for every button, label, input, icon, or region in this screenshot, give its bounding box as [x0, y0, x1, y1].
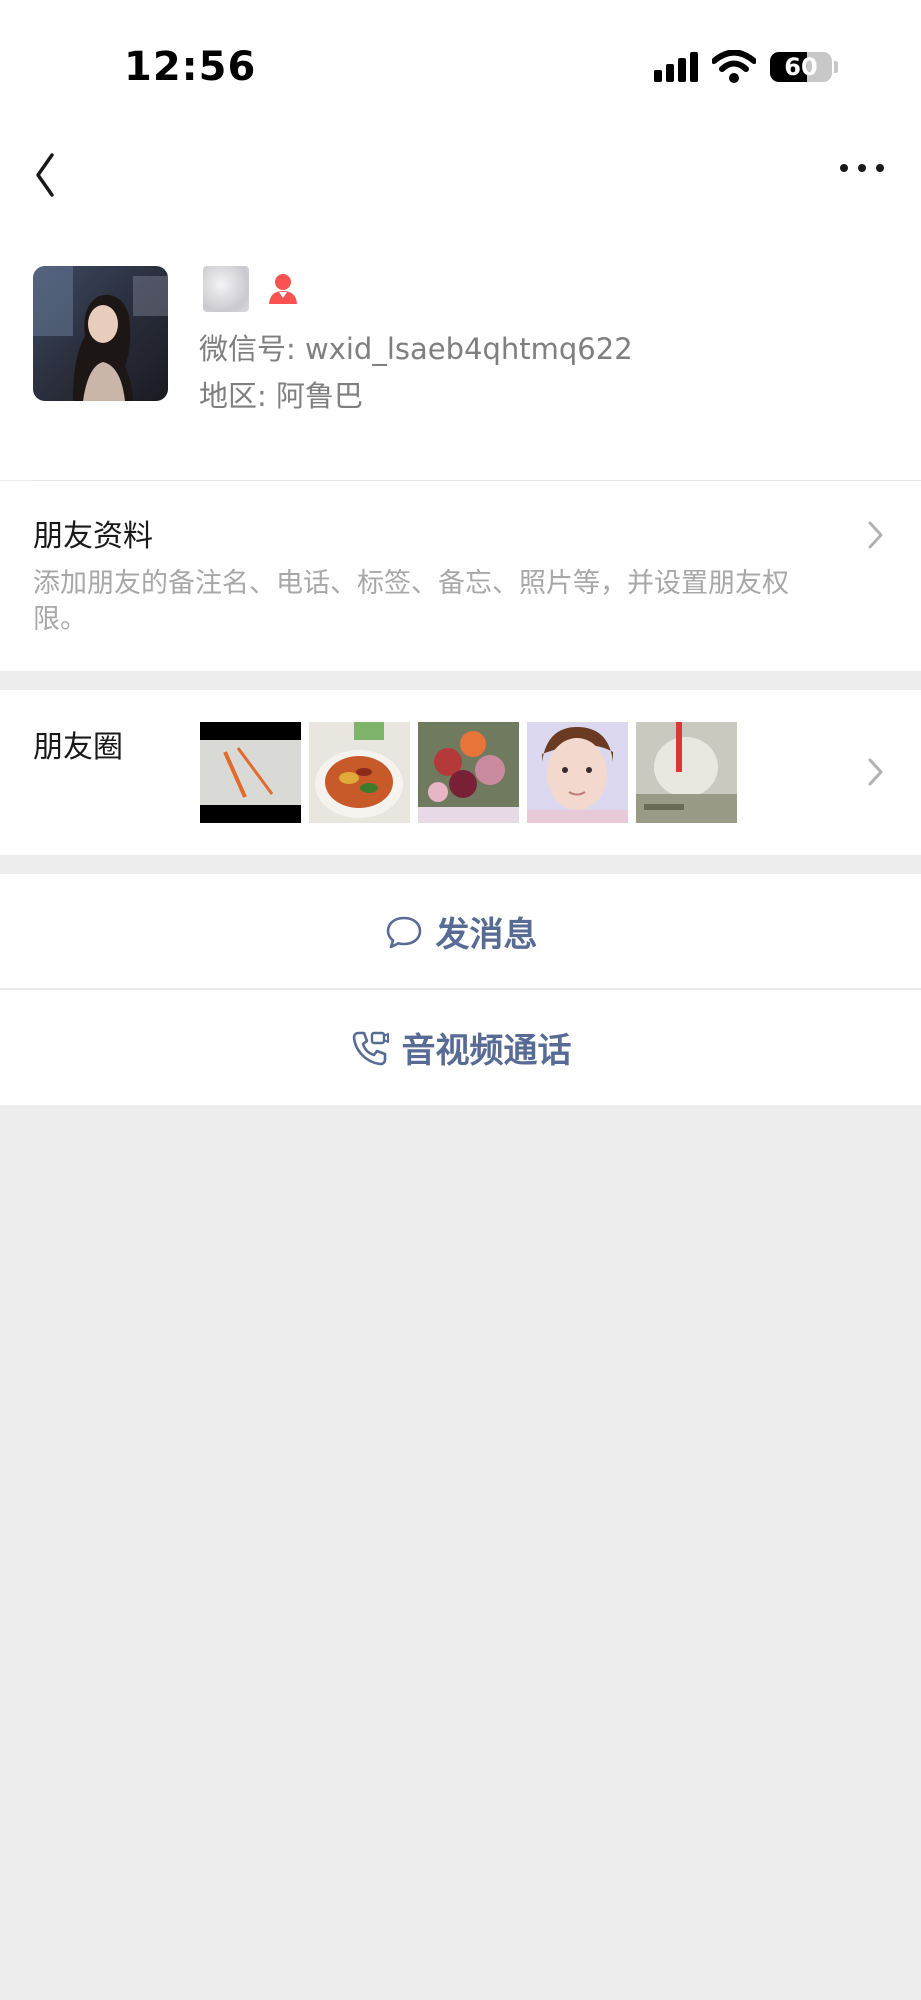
wechat-id: 微信号: wxid_lsaeb4qhtmq622: [199, 332, 633, 366]
video-call-button[interactable]: 音视频通话: [0, 990, 921, 1105]
battery-level: 60: [784, 53, 818, 81]
female-user-icon: [269, 274, 297, 304]
nav-bar: [0, 130, 921, 240]
wifi-icon: [712, 50, 756, 83]
status-bar: 12:56 60: [0, 0, 921, 130]
moments-title: 朋友圈: [33, 730, 123, 765]
chat-bubble-icon: [386, 916, 421, 948]
moment-thumbnail: [200, 722, 301, 823]
nickname-blurred: [203, 266, 249, 312]
status-time: 12:56: [124, 44, 257, 90]
chevron-left-icon[interactable]: [30, 140, 70, 200]
moment-thumbnail: [527, 722, 628, 823]
friend-info-title: 朋友资料: [33, 519, 153, 554]
friend-info-row[interactable]: 朋友资料 添加朋友的备注名、电话、标签、备忘、照片等，并设置朋友权限。: [0, 481, 921, 671]
more-dots-icon[interactable]: [836, 154, 892, 184]
moments-row[interactable]: 朋友圈: [0, 690, 921, 855]
chevron-right-icon: [868, 521, 883, 549]
moment-thumbnail: [418, 722, 519, 823]
moment-thumbnail: [636, 722, 737, 823]
phone-video-icon: [352, 1031, 389, 1065]
avatar[interactable]: [33, 266, 168, 401]
send-message-button[interactable]: 发消息: [0, 874, 921, 989]
region: 地区: 阿鲁巴: [199, 379, 363, 413]
friend-info-description: 添加朋友的备注名、电话、标签、备忘、照片等，并设置朋友权限。: [33, 568, 789, 635]
moment-thumbnail: [309, 722, 410, 823]
send-message-label: 发消息: [435, 915, 538, 955]
profile-header: 微信号: wxid_lsaeb4qhtmq622 地区: 阿鲁巴: [0, 240, 921, 480]
chevron-right-icon: [868, 758, 883, 786]
battery-icon: 60: [770, 52, 832, 82]
moments-thumbnails: [200, 722, 737, 823]
divider: [0, 988, 921, 989]
video-call-label: 音视频通话: [401, 1031, 572, 1071]
cellular-signal-icon: [654, 52, 700, 82]
